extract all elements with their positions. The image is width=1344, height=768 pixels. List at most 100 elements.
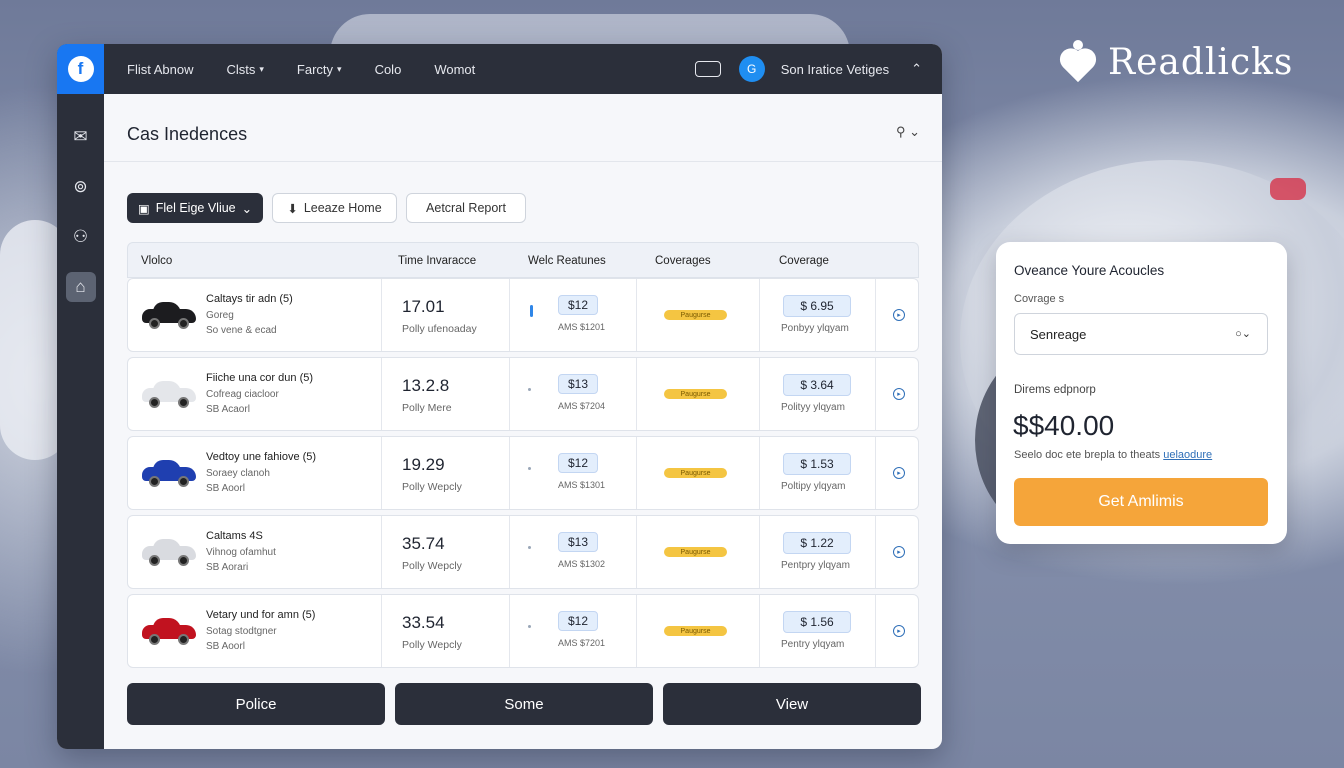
heart-icon [1056, 40, 1100, 84]
filter-button[interactable]: ▣ Flel Eige Vliue ⌄ [127, 193, 263, 223]
rate-detail: AMS $1201 [558, 322, 606, 332]
car-image [142, 301, 196, 329]
coverage-badge: Paugurse [664, 389, 727, 399]
rate-badge: $13 [558, 532, 598, 552]
table-row[interactable]: Vetary und for amn (5) Sotag stodtgner S… [127, 594, 919, 668]
get-quote-button[interactable]: Get Amlimis [1014, 478, 1268, 526]
main-content: Cas Inedences ⚲ ⌄ ▣ Flel Eige Vliue ⌄ ⬇ Lee… [104, 94, 942, 749]
table-row[interactable]: Caltays tir adn (5) Goreg So vene & ecad… [127, 278, 919, 352]
status-marker [528, 625, 531, 628]
table-cell: $12 AMS $7201 [510, 595, 637, 667]
nav-item[interactable]: Womot [434, 62, 475, 77]
coverage-detail: Ponbyy ylqyam [781, 323, 849, 334]
table-cell: Paugurse [637, 516, 760, 588]
vehicle-detail: Goreg [206, 310, 234, 321]
table-cell: 17.01 Polly ufenoaday [382, 279, 510, 351]
page-title: Cas Inedences [127, 124, 248, 144]
table-cell: ▸ [876, 437, 920, 509]
user-menu-icon[interactable]: ⚲ ⌄ [896, 124, 920, 140]
table-cell: $ 1.22 Pentpry ylqyam [760, 516, 876, 588]
price-value: $$40.00 [1013, 410, 1115, 441]
nav-item[interactable]: Clsts ▾ [226, 62, 263, 77]
info-icon[interactable]: ▸ [893, 467, 905, 479]
rate-badge: $12 [558, 295, 598, 315]
coverage-amount: $ 3.64 [783, 374, 851, 396]
time-policy: Polly Mere [402, 402, 452, 414]
column-header[interactable]: Coverages [655, 255, 711, 267]
price-label: Direms edpnorp [1014, 384, 1096, 396]
table-cell: Caltams 4S Vihnog ofamhut SB Aorari [128, 516, 382, 588]
status-marker [528, 546, 531, 549]
some-button[interactable]: Some [395, 683, 653, 725]
table-cell: Vedtoy une fahiove (5) Soraey clanoh SB … [128, 437, 382, 509]
coverage-select[interactable]: Senreage ○⌄ [1014, 313, 1268, 355]
table-cell: 13.2.8 Polly Mere [382, 358, 510, 430]
table-header: Vlolco Time Invaracce Welc Reatunes Cove… [127, 242, 919, 278]
app-logo[interactable]: f [57, 44, 104, 94]
nav-item[interactable]: Flist Abnow [127, 62, 193, 77]
column-header[interactable]: Time Invaracce [398, 255, 476, 267]
table-cell: Paugurse [637, 437, 760, 509]
nav-item-label: Clsts [226, 61, 256, 77]
chevron-up-icon[interactable]: ⌃ [911, 61, 922, 77]
vehicle-name: Caltays tir adn (5) [206, 293, 293, 305]
vehicle-detail: So vene & ecad [206, 325, 277, 336]
users-icon[interactable]: ⚇ [66, 222, 96, 252]
table-cell: $ 1.53 Poltipy ylqyam [760, 437, 876, 509]
app-window: f Flist Abnow Clsts ▾ Farcty ▾ Colo Womot G So… [57, 44, 942, 749]
report-button[interactable]: Aetcral Report [406, 193, 526, 223]
release-home-button[interactable]: ⬇ Leeaze Home [272, 193, 397, 223]
info-icon[interactable]: ▸ [893, 388, 905, 400]
filter-button-label: Flel Eige Vliue [155, 201, 236, 215]
column-header[interactable]: Vlolco [141, 255, 172, 267]
rate-detail: AMS $1302 [558, 559, 606, 569]
table-row[interactable]: Vedtoy une fahiove (5) Soraey clanoh SB … [127, 436, 919, 510]
info-icon[interactable]: ▸ [893, 625, 905, 637]
brand-name: Readlicks [1108, 41, 1294, 83]
select-toggle-icon: ○⌄ [1235, 328, 1251, 340]
message-icon[interactable] [694, 61, 721, 77]
coverage-detail: Pentpry ylqyam [781, 560, 850, 571]
police-button[interactable]: Police [127, 683, 385, 725]
chevron-down-icon: ▾ [259, 63, 264, 74]
column-header[interactable]: Coverage [779, 255, 829, 267]
top-bar: f Flist Abnow Clsts ▾ Farcty ▾ Colo Womot G So… [57, 44, 942, 94]
info-icon[interactable]: ▸ [893, 546, 905, 558]
lock-icon[interactable]: ⌂ [65, 272, 96, 302]
coverage-badge: Paugurse [664, 310, 727, 320]
user-name[interactable]: Son Iratice Vetiges [781, 62, 889, 77]
nav-item-label: Colo [374, 61, 402, 77]
view-button[interactable]: View [663, 683, 921, 725]
status-marker [528, 467, 531, 470]
table-cell: Paugurse [637, 595, 760, 667]
download-icon: ⬇ [287, 201, 298, 216]
time-policy: Polly Wepcly [402, 560, 462, 572]
note-link[interactable]: uelaodure [1163, 449, 1212, 461]
table-row[interactable]: Fiiche una cor dun (5) Cofreag ciacloor … [127, 357, 919, 431]
info-icon[interactable]: ▸ [893, 309, 905, 321]
nav-item[interactable]: Colo [375, 62, 402, 77]
table-cell: Paugurse [637, 358, 760, 430]
coverage-badge: Paugurse [664, 468, 727, 478]
vehicle-detail: SB Aorari [206, 562, 249, 573]
vehicle-name: Vetary und for amn (5) [206, 609, 316, 621]
vehicle-detail: Vihnog ofamhut [206, 547, 276, 558]
coverage-select-value: Senreage [1030, 326, 1087, 342]
avatar[interactable]: G [738, 56, 765, 82]
vehicle-detail: Soraey clanoh [206, 468, 270, 479]
sidebar: ✉ ⊚ ⚇ ⌂ [57, 94, 104, 749]
bag-icon[interactable]: ⊚ [66, 172, 96, 202]
coverage-detail: Poltipy ylqyam [781, 481, 846, 492]
panel-title: Oveance Youre Acoucles [1014, 263, 1165, 278]
nav-item[interactable]: Farcty ▾ [297, 62, 342, 77]
coverage-amount: $ 1.22 [783, 532, 851, 554]
rate-detail: AMS $7204 [558, 401, 606, 411]
time-policy: Polly Wepcly [402, 481, 462, 493]
top-nav: Flist Abnow Clsts ▾ Farcty ▾ Colo Womot [127, 62, 508, 77]
action-bar: Police Some View [127, 683, 921, 725]
mail-icon[interactable]: ✉ [66, 122, 96, 152]
table-row[interactable]: Caltams 4S Vihnog ofamhut SB Aorari 35.74… [127, 515, 919, 589]
table-cell: 33.54 Polly Wepcly [382, 595, 510, 667]
time-value: 17.01 [402, 297, 445, 316]
column-header[interactable]: Welc Reatunes [528, 255, 606, 267]
